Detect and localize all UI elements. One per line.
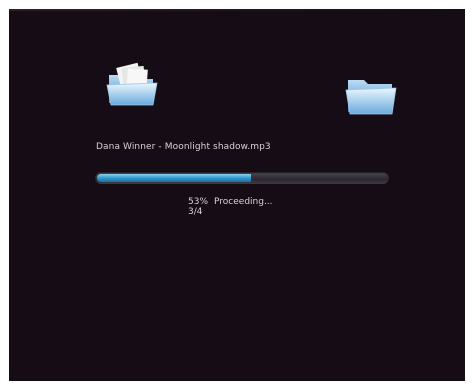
destination-folder-icon xyxy=(342,72,400,118)
progress-bar-fill xyxy=(97,174,251,182)
file-count: 3/4 xyxy=(188,207,203,217)
source-folder-icon xyxy=(103,61,161,107)
progress-status: 53% Proceeding... 3/4 xyxy=(188,197,273,217)
copy-progress-screen: Dana Winner - Moonlight shadow.mp3 53% Pr… xyxy=(9,9,465,381)
progress-percent: 53% xyxy=(188,197,209,207)
progress-status-text: Proceeding... xyxy=(214,197,273,207)
top-band xyxy=(9,9,465,11)
file-name-label: Dana Winner - Moonlight shadow.mp3 xyxy=(96,142,271,152)
progress-bar xyxy=(95,172,389,184)
